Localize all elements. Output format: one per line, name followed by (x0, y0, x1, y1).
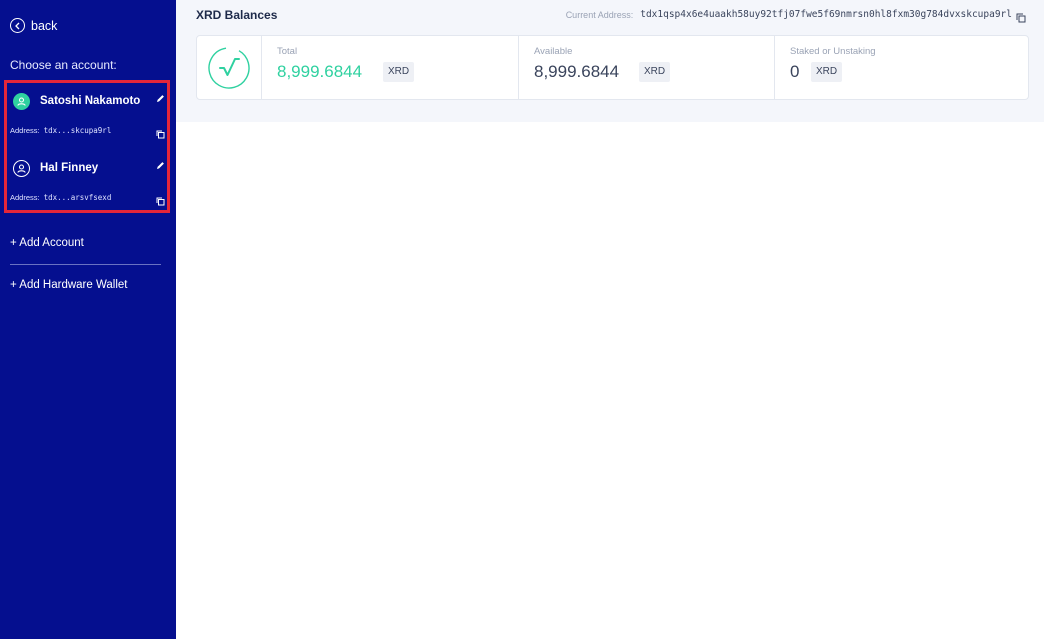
add-hardware-wallet-button[interactable]: + Add Hardware Wallet (10, 279, 128, 291)
address-value: tdx...skcupa9rl (43, 126, 112, 135)
pencil-icon[interactable] (154, 161, 166, 173)
back-button[interactable]: back (10, 18, 57, 33)
address-value: tdx...arsvfsexd (43, 193, 112, 202)
copy-icon[interactable] (156, 193, 166, 206)
account-address: Address: tdx...skcupa9rl (10, 126, 111, 135)
user-circle-icon (13, 93, 30, 110)
current-address: Current Address: tdx1qsp4x6e4uaakh58uy92… (565, 9, 1026, 22)
sidebar-divider (10, 264, 161, 265)
account-name: Satoshi Nakamoto (40, 95, 141, 107)
copy-icon[interactable] (1016, 10, 1026, 22)
account-item-satoshi-nakamoto[interactable]: Satoshi Nakamoto Address: tdx...skcupa9rl (10, 88, 166, 148)
sidebar: back Choose an account: Satoshi Nakamoto… (0, 0, 176, 639)
balance-amount: 8,999.6844 (277, 62, 363, 81)
balance-amount: 0 (790, 62, 800, 81)
page-title: XRD Balances (196, 8, 278, 22)
balance-label: Staked or Unstaking (790, 46, 876, 57)
choose-account-label: Choose an account: (10, 58, 117, 72)
balance-unit: XRD (811, 62, 843, 82)
account-name: Hal Finney (40, 162, 99, 174)
address-label: Address: (10, 193, 40, 202)
account-item-hal-finney[interactable]: Hal Finney Address: tdx...arsvfsexd (10, 155, 166, 215)
current-address-value: tdx1qsp4x6e4uaakh58uy92tfj07fwe5f69nmrsn… (640, 9, 1012, 20)
balance-label: Total (277, 46, 298, 57)
user-circle-icon (13, 160, 30, 177)
balance-unit: XRD (383, 62, 415, 82)
copy-icon[interactable] (156, 126, 166, 139)
balance-amount: 8,999.6844 (534, 62, 620, 81)
current-address-label: Current Address: (565, 9, 634, 20)
balance-label: Available (534, 46, 573, 57)
balance-unit: XRD (639, 62, 671, 82)
chevron-left-circle-icon (10, 18, 25, 33)
logo-cell (197, 36, 262, 99)
back-label: back (31, 18, 58, 33)
balance-card: Total 8,999.6844 XRD Available 8,999.684… (196, 35, 1029, 100)
balance-staked: Staked or Unstaking 0 XRD (774, 36, 1029, 99)
account-address: Address: tdx...arsvfsexd (10, 193, 111, 202)
pencil-icon[interactable] (154, 94, 166, 106)
address-label: Address: (10, 126, 40, 135)
balance-total: Total 8,999.6844 XRD (262, 36, 518, 99)
radix-logo-icon (208, 46, 250, 89)
account-list: Satoshi Nakamoto Address: tdx...skcupa9rl (4, 80, 170, 213)
add-account-button[interactable]: + Add Account (10, 237, 84, 249)
balance-available: Available 8,999.6844 XRD (518, 36, 774, 99)
